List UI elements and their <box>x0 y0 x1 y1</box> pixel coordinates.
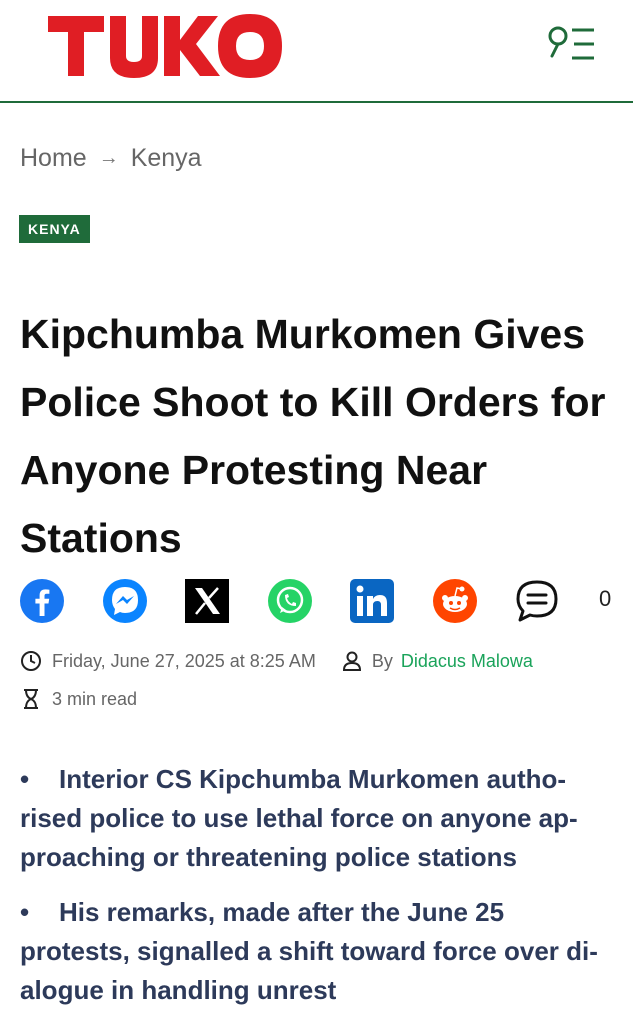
search-menu-icon[interactable] <box>548 24 598 64</box>
key-points-list: • Interior CS Kipchumba Murkomen autho-ri… <box>20 760 620 1026</box>
breadcrumb: Home → Kenya <box>20 144 202 173</box>
comment-icon[interactable] <box>514 578 560 624</box>
list-item: • His remarks, made after the June 25 pro… <box>20 893 620 1010</box>
by-label: By <box>371 650 393 671</box>
breadcrumb-separator: → <box>98 147 119 169</box>
breadcrumb-home[interactable]: Home <box>20 144 87 173</box>
hourglass-icon <box>24 689 38 709</box>
messenger-icon[interactable] <box>102 578 148 624</box>
person-icon <box>342 651 361 671</box>
list-item: • Interior CS Kipchumba Murkomen autho-ri… <box>20 760 620 877</box>
article-meta: Friday, June 27, 2025 at 8:25 AM By Dida… <box>20 650 533 672</box>
tuko-logo[interactable] <box>46 10 282 82</box>
article-headline: Kipchumba Murkomen Gives Police Shoot to… <box>20 311 606 561</box>
read-time-row: 3 min read <box>20 688 137 710</box>
bullet-text: His remarks, made after the June 25 prot… <box>20 897 598 1005</box>
bullet-marker: • <box>20 764 30 794</box>
share-bar: 0 <box>19 578 619 626</box>
breadcrumb-section[interactable]: Kenya <box>131 144 202 173</box>
bullet-text: Interior CS Kipchumba Murkomen autho-ris… <box>20 764 578 872</box>
comment-count[interactable]: 0 <box>599 586 611 612</box>
linkedin-icon[interactable] <box>349 578 395 624</box>
category-tag[interactable]: KENYA <box>19 215 90 243</box>
site-header <box>0 0 633 103</box>
publish-date: Friday, June 27, 2025 at 8:25 AM <box>52 650 316 671</box>
clock-icon <box>21 651 41 671</box>
reddit-icon[interactable] <box>432 578 478 624</box>
read-time: 3 min read <box>52 688 138 709</box>
x-icon[interactable] <box>184 578 230 624</box>
author-link[interactable]: Didacus Malowa <box>401 651 533 672</box>
bullet-marker: • <box>20 897 30 927</box>
facebook-icon[interactable] <box>19 578 65 624</box>
whatsapp-icon[interactable] <box>267 578 313 624</box>
